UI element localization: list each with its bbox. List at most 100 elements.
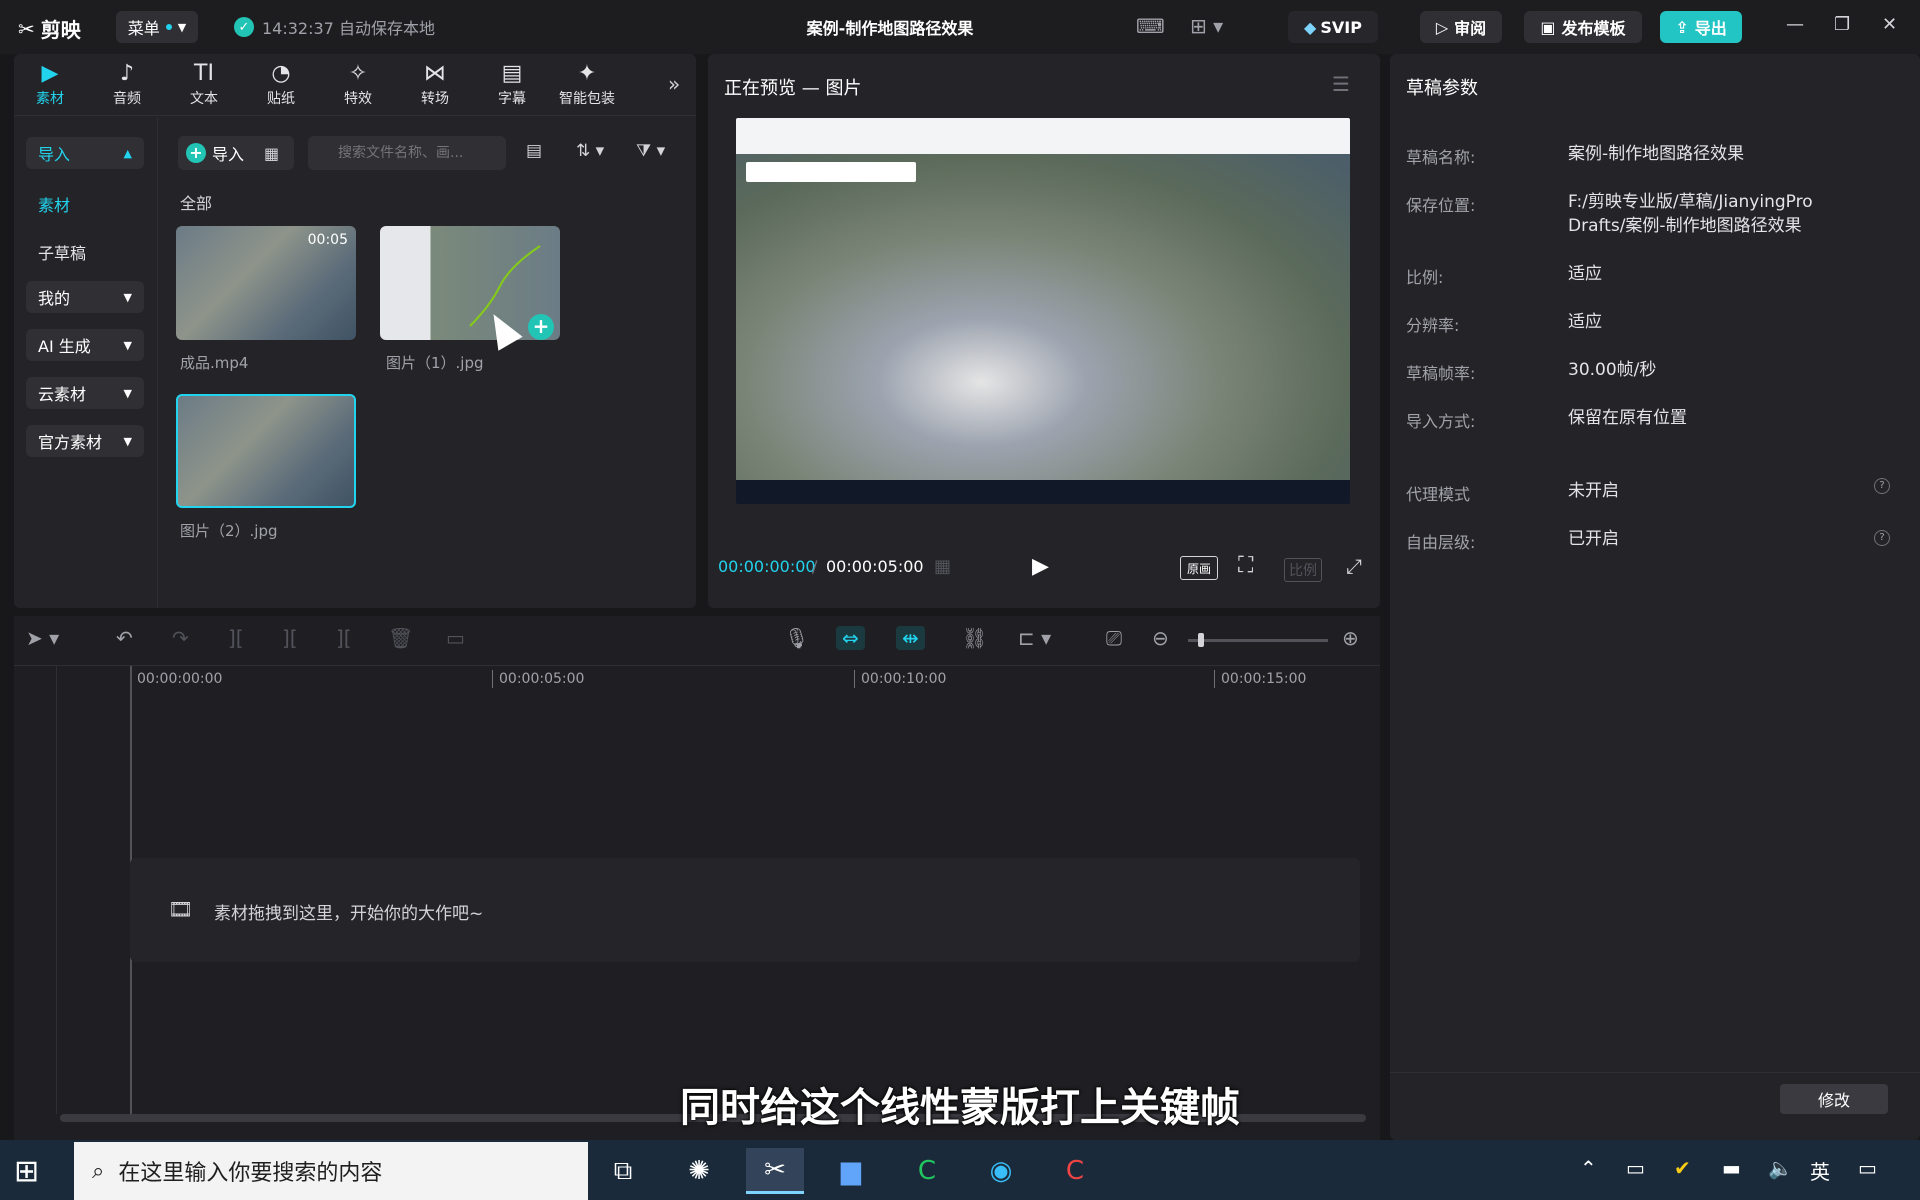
redo-icon[interactable]: ↷ (172, 626, 189, 650)
param-key: 草稿名称: (1406, 148, 1476, 167)
split-left-icon[interactable]: ][ (282, 626, 298, 650)
edit-icon[interactable]: ▭ (446, 626, 465, 650)
tray-expand-icon[interactable]: ⌃ (1580, 1156, 1597, 1180)
fullscreen-icon[interactable]: ⤢ (1346, 554, 1362, 578)
zoom-slider[interactable] (1188, 633, 1328, 647)
select-tool-icon[interactable]: ➤ ▾ (26, 626, 59, 650)
embedded-taskbar (736, 480, 1350, 504)
tab-effects[interactable]: ✧ 特效 (326, 60, 390, 108)
app-camtasia-green-icon[interactable]: C (898, 1148, 956, 1194)
sidebar-item-material[interactable]: 素材 (38, 192, 70, 216)
sidebar-item-official[interactable]: 官方素材 ▼ (26, 425, 144, 457)
tab-label: 字幕 (498, 91, 526, 107)
help-icon[interactable]: ? (1874, 530, 1890, 546)
add-to-timeline-icon[interactable]: + (528, 314, 554, 340)
publish-template-button[interactable]: ▣ 发布模板 (1524, 11, 1642, 43)
grid-icon: ▦ (264, 143, 280, 163)
sidebar-item-ai[interactable]: AI 生成 ▼ (26, 329, 144, 361)
zoom-out-icon[interactable]: ⊖ (1152, 626, 1169, 650)
menu-button[interactable]: 菜单 ▼ (116, 11, 198, 43)
ratio-button[interactable]: 比例 (1284, 558, 1322, 582)
tab-audio[interactable]: ♪ 音频 (95, 60, 159, 108)
notification-icon[interactable]: ▭ (1858, 1156, 1877, 1180)
fit-screen-icon[interactable]: ⛶ (1238, 553, 1253, 578)
link-icon[interactable]: ⛓ (962, 626, 987, 650)
split-right-icon[interactable]: ][ (336, 626, 352, 650)
app-edge-icon[interactable]: ◉ (972, 1148, 1030, 1194)
param-key: 保存位置: (1406, 196, 1476, 215)
import-button[interactable]: + 导入 ▦ (178, 136, 294, 170)
more-tabs-icon[interactable]: » (668, 72, 680, 96)
tab-material[interactable]: ▶ 素材 (18, 60, 82, 108)
screenshot-icon[interactable]: ⎚ (1106, 626, 1122, 650)
network-icon[interactable]: ▭ (1626, 1156, 1645, 1180)
app-davinci-icon[interactable]: ✺ (670, 1148, 728, 1194)
media-item-name: 图片（2）.jpg (180, 522, 278, 540)
volume-icon[interactable]: 🔈 (1768, 1156, 1793, 1180)
media-item-name: 成品.mp4 (180, 354, 249, 372)
duration-badge: 00:05 (307, 232, 348, 248)
filter-icon[interactable]: ⧩ ▾ (636, 141, 665, 161)
check-icon: ✓ (234, 17, 254, 37)
zoom-in-icon[interactable]: ⊕ (1342, 626, 1359, 650)
divider (1390, 1072, 1920, 1073)
preview-menu-icon[interactable]: ☰ (1332, 72, 1350, 96)
param-value: 未开启 (1568, 481, 1619, 501)
chevron-up-icon: ▲ (123, 146, 132, 160)
tab-sticker[interactable]: ◔ 贴纸 (249, 60, 313, 108)
undo-icon[interactable]: ↶ (116, 626, 133, 650)
app-capcut-icon[interactable]: ✂ (746, 1148, 804, 1194)
task-view-icon[interactable]: ⧉ (594, 1148, 652, 1194)
export-button[interactable]: ⇪ 导出 (1660, 11, 1742, 43)
sort-icon[interactable]: ⇅ ▾ (576, 141, 604, 161)
minimize-icon[interactable]: — (1786, 14, 1804, 35)
tab-transition[interactable]: ⋈ 转场 (403, 60, 467, 108)
media-item-image-2[interactable] (176, 394, 356, 508)
help-icon[interactable]: ? (1874, 478, 1890, 494)
chevron-down-icon: ▼ (123, 290, 132, 304)
ime-indicator[interactable]: 英 (1810, 1156, 1830, 1185)
review-button[interactable]: ▷ 审阅 (1420, 11, 1502, 43)
battery-icon[interactable]: ▬ (1722, 1156, 1741, 1180)
play-icon[interactable]: ▶ (1032, 554, 1049, 579)
split-icon[interactable]: ][ (228, 626, 244, 650)
waveform-icon[interactable]: ▦ (934, 556, 951, 577)
sidebar-item-mine[interactable]: 我的 ▼ (26, 281, 144, 313)
zoom-slider-handle[interactable] (1198, 633, 1204, 647)
close-icon[interactable]: ✕ (1882, 14, 1897, 35)
svip-button[interactable]: ◆ SVIP (1288, 11, 1378, 43)
effects-icon: ✧ (348, 61, 368, 86)
taskbar-search[interactable]: ⌕ 在这里输入你要搜索的内容 (74, 1142, 588, 1200)
original-quality-button[interactable]: 原画 (1180, 556, 1218, 580)
media-item-finished-video[interactable]: 00:05 (176, 226, 356, 340)
preview-axis-icon[interactable]: ⊏ ▾ (1018, 626, 1051, 650)
delete-icon[interactable]: 🗑 (388, 626, 413, 650)
current-timecode: 00:00:00:00 (718, 557, 816, 576)
preview-title: 正在预览 — 图片 (724, 78, 862, 99)
tab-label: 贴纸 (267, 91, 295, 107)
sidebar-item-cloud[interactable]: 云素材 ▼ (26, 377, 144, 409)
tab-label: 智能包装 (559, 91, 615, 107)
keyboard-icon[interactable]: ⌨ (1136, 14, 1165, 38)
windows-start-icon[interactable]: ⊞ (14, 1154, 39, 1189)
app-camtasia-red-icon[interactable]: C (1046, 1148, 1104, 1194)
audio-icon: ♪ (119, 61, 135, 86)
autosave-text: 14:32:37 自动保存本地 (262, 19, 435, 38)
auto-snap-icon[interactable]: ⇹ (896, 626, 925, 650)
smart-package-icon: ✦ (577, 61, 597, 86)
ruler-mark: 00:00:15:00 (1214, 670, 1306, 688)
app-explorer-icon[interactable]: ▆ (822, 1148, 880, 1194)
tab-text[interactable]: TI 文本 (172, 60, 236, 108)
microphone-icon[interactable]: 🎙 (784, 626, 809, 650)
view-mode-icon[interactable]: ▤ (526, 141, 542, 161)
sidebar-item-import[interactable]: 导入 ▲ (26, 137, 144, 169)
tray-app-icon[interactable]: ✔ (1674, 1156, 1691, 1180)
restore-icon[interactable]: ❐ (1834, 14, 1850, 35)
main-track-magnet-icon[interactable]: ⇔ (836, 626, 865, 650)
timecode-separator: / (812, 557, 818, 576)
layout-icon[interactable]: ⊞ ▾ (1190, 14, 1223, 38)
search-input[interactable] (308, 136, 506, 170)
sidebar-item-subdraft[interactable]: 子草稿 (38, 240, 86, 264)
tab-captions[interactable]: ▤ 字幕 (480, 60, 544, 108)
tab-smart-package[interactable]: ✦ 智能包装 (554, 60, 620, 108)
